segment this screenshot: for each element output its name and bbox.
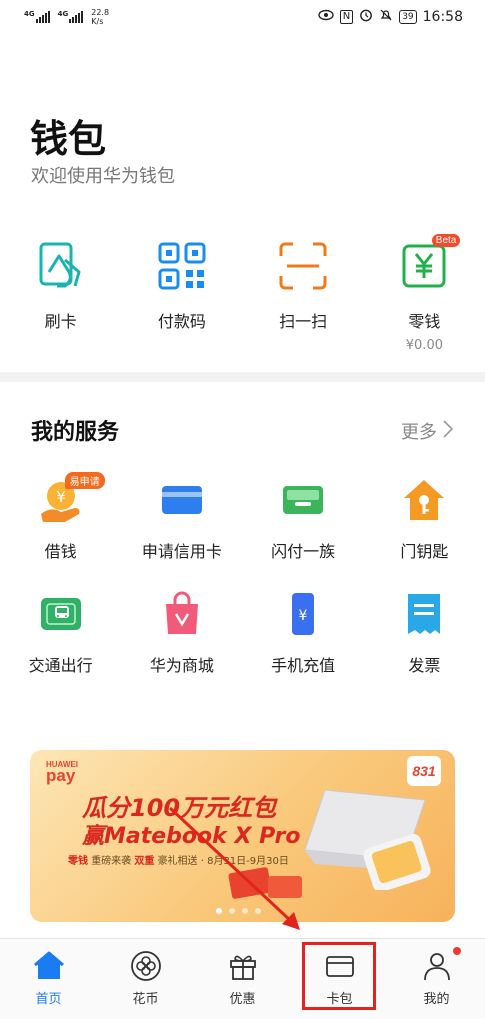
chevron-right-icon bbox=[443, 419, 454, 443]
scan-icon bbox=[277, 240, 329, 292]
mute-icon bbox=[379, 8, 393, 26]
clock-time: 16:58 bbox=[422, 9, 463, 25]
easy-apply-tag: 易申请 bbox=[64, 472, 105, 489]
more-label: 更多 bbox=[401, 422, 437, 443]
network-speed: 22.8 K/s bbox=[91, 8, 110, 26]
quick-action-scan[interactable]: 扫一扫 bbox=[243, 240, 364, 353]
tab-label: 首页 bbox=[35, 992, 62, 1007]
more-services-link[interactable]: 更多 bbox=[401, 418, 454, 444]
signal-icon: 4G bbox=[24, 11, 50, 23]
signal-icon: 4G bbox=[58, 11, 84, 23]
quick-action-change[interactable]: Beta 零钱 ¥0.00 bbox=[364, 234, 485, 353]
home-icon bbox=[33, 951, 64, 979]
beta-badge: Beta bbox=[431, 234, 461, 247]
transit-card-icon bbox=[37, 590, 85, 638]
quick-action-pay-code[interactable]: 付款码 bbox=[121, 240, 242, 353]
status-bar: 4G 4G 22.8 K/s N 39 16:58 bbox=[0, 0, 485, 34]
service-label: 发票 bbox=[408, 656, 441, 675]
gift-icon bbox=[229, 955, 256, 980]
huawei-pay-logo: HUAWEI pay bbox=[46, 760, 78, 785]
invoice-icon bbox=[400, 590, 448, 638]
banner-subheadline: 赢Matebook X Pro bbox=[82, 824, 301, 849]
red-packet-illustration bbox=[228, 867, 302, 899]
page-title: 钱包 bbox=[30, 117, 107, 161]
quick-action-swipe-card[interactable]: 刷卡 bbox=[0, 240, 121, 353]
section-divider bbox=[0, 372, 485, 382]
tab-me[interactable]: 我的 bbox=[388, 939, 485, 1019]
door-key-icon bbox=[400, 476, 448, 524]
service-label: 借钱 bbox=[44, 542, 77, 561]
quick-actions: 刷卡 付款码 扫一扫 Beta 零钱 ¥0.00 bbox=[0, 234, 485, 353]
svg-text:¥: ¥ bbox=[56, 488, 66, 506]
tab-coins[interactable]: 花币 bbox=[97, 939, 194, 1019]
service-label: 手机充值 bbox=[271, 656, 336, 675]
service-label: 申请信用卡 bbox=[141, 542, 222, 561]
services-title: 我的服务 bbox=[31, 420, 120, 445]
service-label: 闪付一族 bbox=[271, 542, 336, 561]
promo-banner[interactable]: HUAWEI pay 瓜分100万元红包 赢Matebook X Pro 零钱 … bbox=[30, 750, 455, 922]
service-label: 交通出行 bbox=[28, 656, 93, 675]
quick-action-label: 刷卡 bbox=[44, 312, 77, 331]
annotation-highlight-box bbox=[302, 942, 376, 1010]
service-loan[interactable]: ¥ 易申请 借钱 bbox=[0, 472, 121, 562]
service-invoice[interactable]: 发票 bbox=[364, 590, 485, 676]
tab-label: 我的 bbox=[423, 992, 450, 1007]
nfc-icon: N bbox=[339, 10, 354, 24]
service-credit-card[interactable]: 申请信用卡 bbox=[121, 476, 242, 562]
tab-label: 花币 bbox=[132, 992, 159, 1007]
quick-action-label: 扫一扫 bbox=[279, 312, 328, 331]
profile-icon bbox=[423, 953, 450, 981]
card-swipe-icon bbox=[35, 240, 87, 292]
service-quickpay[interactable]: 闪付一族 bbox=[243, 476, 364, 562]
bottom-tab-bar: 首页 花币 优惠 卡包 我的 bbox=[0, 938, 485, 1019]
shopping-bag-icon bbox=[158, 590, 206, 638]
service-label: 华为商城 bbox=[149, 656, 214, 675]
service-label: 门钥匙 bbox=[400, 542, 449, 561]
change-wallet-icon: Beta bbox=[398, 234, 461, 292]
banner-pagination bbox=[216, 908, 261, 914]
alarm-icon bbox=[359, 8, 373, 26]
services-grid: ¥ 易申请 借钱 申请信用卡 闪付一族 门钥匙 交通出行 华为商城 ¥ 手机充值… bbox=[0, 472, 485, 676]
service-phone-topup[interactable]: ¥ 手机充值 bbox=[243, 590, 364, 676]
quick-action-label: 付款码 bbox=[157, 312, 206, 331]
credit-card-icon bbox=[158, 476, 206, 524]
notification-dot bbox=[453, 947, 461, 955]
qr-code-icon bbox=[156, 240, 208, 292]
service-transit[interactable]: 交通出行 bbox=[0, 590, 121, 676]
loan-icon: ¥ 易申请 bbox=[37, 472, 105, 524]
battery-icon: 39 bbox=[399, 10, 417, 24]
svg-text:¥: ¥ bbox=[299, 608, 308, 624]
tab-home[interactable]: 首页 bbox=[0, 939, 97, 1019]
coin-icon bbox=[130, 951, 161, 981]
quickpay-icon bbox=[279, 476, 327, 524]
change-balance: ¥0.00 bbox=[405, 338, 443, 353]
page-subtitle: 欢迎使用华为钱包 bbox=[31, 166, 175, 187]
tab-offers[interactable]: 优惠 bbox=[194, 939, 291, 1019]
phone-topup-icon: ¥ bbox=[279, 590, 327, 638]
tab-label: 优惠 bbox=[229, 992, 256, 1007]
eye-icon bbox=[318, 9, 334, 25]
service-vmall[interactable]: 华为商城 bbox=[121, 590, 242, 676]
service-door-key[interactable]: 门钥匙 bbox=[364, 476, 485, 562]
quick-action-label: 零钱 bbox=[408, 312, 441, 331]
